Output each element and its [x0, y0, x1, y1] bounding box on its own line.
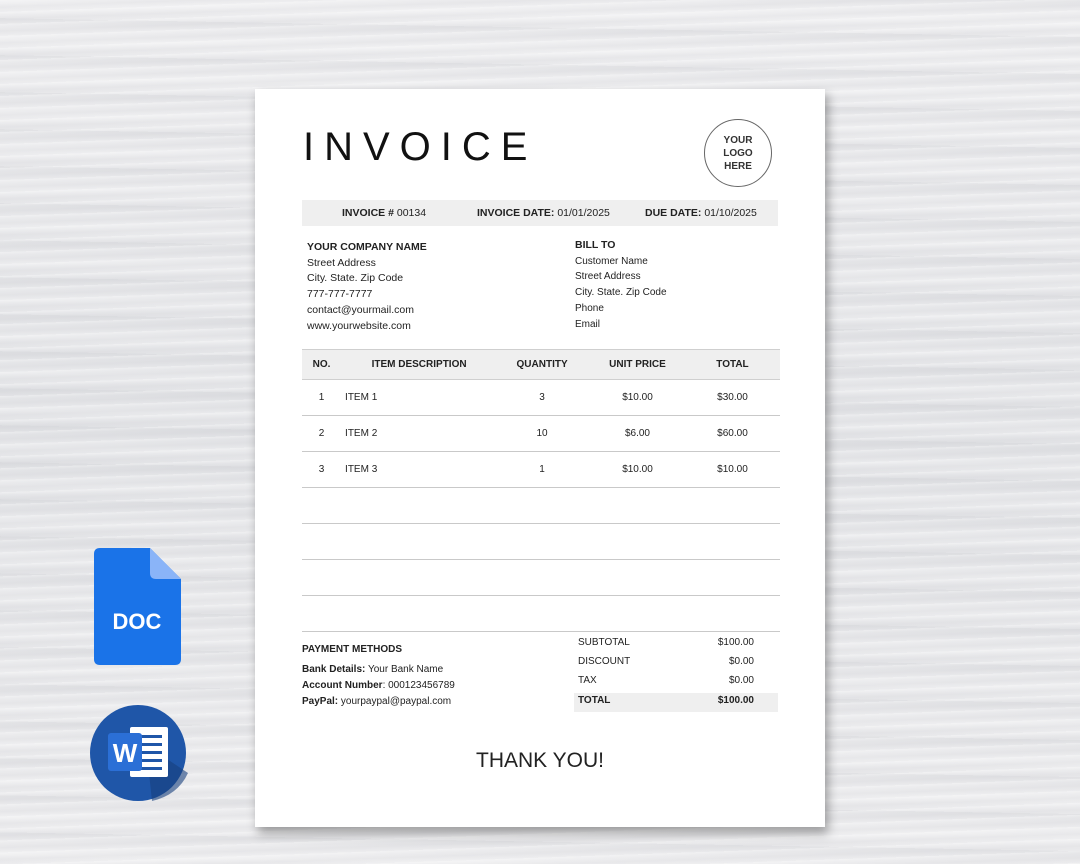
invoice-date-value: 01/01/2025: [557, 207, 610, 219]
doc-file-label: DOC: [113, 609, 162, 634]
table-row: 2 ITEM 2 10 $6.00 $60.00: [302, 415, 780, 452]
due-date: DUE DATE: 01/10/2025: [645, 207, 757, 219]
totals-block: SUBTOTAL $100.00 DISCOUNT $0.00 TAX $0.0…: [574, 635, 778, 712]
customer-phone: Phone: [575, 302, 604, 314]
cell-total: $10.00: [684, 451, 780, 488]
cell-description: ITEM 3: [341, 451, 495, 488]
invoice-meta-bar: INVOICE # 00134 INVOICE DATE: 01/01/2025…: [302, 200, 778, 226]
header-quantity: QUANTITY: [494, 349, 591, 380]
header-total: TOTAL: [684, 349, 780, 380]
word-app-icon: W: [90, 705, 188, 801]
logo-placeholder: YOUR LOGO HERE: [704, 119, 772, 187]
due-date-label: DUE DATE:: [645, 207, 702, 219]
cell-description: ITEM 1: [341, 379, 495, 416]
discount-value: $0.00: [728, 656, 754, 667]
table-row-empty: [302, 595, 780, 632]
table-row: 1 ITEM 1 3 $10.00 $30.00: [302, 379, 780, 416]
total-value: $100.00: [717, 695, 754, 706]
cell-no: 1: [302, 379, 342, 416]
subtotal-value: $100.00: [717, 637, 754, 648]
bank-label: Bank Details:: [302, 664, 366, 675]
bank-value: Your Bank Name: [367, 664, 444, 675]
account-label: Account Number: [302, 680, 383, 691]
bank-details: Bank Details: Your Bank Name: [302, 662, 455, 678]
subtotal-label: SUBTOTAL: [578, 637, 630, 648]
header-no: NO.: [302, 349, 342, 380]
customer-street: Street Address: [575, 271, 641, 283]
cell-unit-price: $6.00: [590, 415, 685, 452]
paypal-label: PayPal:: [302, 696, 339, 707]
doc-file-icon: DOC: [94, 548, 181, 665]
cell-no: 2: [302, 415, 342, 452]
account-value: 000123456789: [388, 680, 455, 691]
customer-name: Customer Name: [575, 255, 648, 267]
company-block: YOUR COMPANY NAME Street Address City. S…: [307, 240, 427, 334]
invoice-number: INVOICE # 00134: [342, 207, 426, 219]
invoice-title: INVOICE: [303, 125, 538, 169]
account-number: Account Number: 000123456789: [302, 680, 455, 691]
cell-unit-price: $10.00: [590, 379, 685, 416]
cell-total: $30.00: [684, 379, 780, 416]
cell-quantity: 1: [494, 451, 591, 488]
tax-value: $0.00: [728, 675, 754, 686]
paypal-value: yourpaypal@paypal.com: [340, 696, 452, 707]
logo-line-2: LOGO: [723, 147, 753, 159]
logo-line-3: HERE: [724, 160, 752, 172]
logo-line-1: YOUR: [723, 134, 753, 146]
customer-city: City. State. Zip Code: [575, 287, 667, 299]
total-label: TOTAL: [578, 695, 611, 706]
cell-unit-price: $10.00: [590, 451, 685, 488]
header-description: ITEM DESCRIPTION: [341, 349, 495, 380]
company-name: YOUR COMPANY NAME: [307, 241, 427, 253]
company-street: Street Address: [307, 256, 376, 269]
company-phone: 777-777-7777: [307, 288, 373, 301]
due-date-value: 01/10/2025: [704, 207, 757, 219]
tax-label: TAX: [578, 675, 597, 686]
company-website: www.yourwebsite.com: [307, 319, 411, 332]
payment-methods: PAYMENT METHODS Bank Details: Your Bank …: [302, 642, 455, 710]
invoice-number-label: INVOICE #: [342, 207, 394, 219]
word-letter: W: [113, 738, 138, 768]
cell-description: ITEM 2: [341, 415, 495, 452]
cell-quantity: 10: [494, 415, 591, 452]
table-row: 3 ITEM 3 1 $10.00 $10.00: [302, 451, 780, 488]
invoice-date-label: INVOICE DATE:: [477, 207, 555, 219]
payment-heading: PAYMENT METHODS: [302, 644, 403, 655]
total-row: TOTAL $100.00: [574, 693, 778, 712]
subtotal-row: SUBTOTAL $100.00: [574, 635, 778, 654]
discount-row: DISCOUNT $0.00: [574, 654, 778, 673]
tax-row: TAX $0.00: [574, 673, 778, 692]
cell-no: 3: [302, 451, 342, 488]
header-unit-price: UNIT PRICE: [590, 349, 685, 380]
company-city: City. State. Zip Code: [307, 272, 404, 285]
cell-quantity: 3: [494, 379, 591, 416]
table-row-empty: [302, 523, 780, 560]
cell-total: $60.00: [684, 415, 780, 452]
company-email: contact@yourmail.com: [307, 303, 414, 316]
table-row-empty: [302, 559, 780, 596]
invoice-page: INVOICE YOUR LOGO HERE INVOICE # 00134 I…: [255, 89, 825, 827]
paypal-details: PayPal: yourpaypal@paypal.com: [302, 694, 455, 710]
discount-label: DISCOUNT: [578, 656, 631, 667]
invoice-date: INVOICE DATE: 01/01/2025: [477, 207, 610, 219]
bill-to-block: BILL TO Customer Name Street Address Cit…: [575, 238, 667, 332]
thank-you-text: THANK YOU!: [476, 749, 604, 772]
table-row-empty: [302, 487, 780, 524]
invoice-number-value: 00134: [396, 207, 427, 219]
bill-to-heading: BILL TO: [575, 239, 616, 251]
table-header-row: NO. ITEM DESCRIPTION QUANTITY UNIT PRICE…: [302, 349, 780, 380]
items-table: NO. ITEM DESCRIPTION QUANTITY UNIT PRICE…: [302, 349, 780, 632]
customer-email: Email: [575, 318, 601, 330]
